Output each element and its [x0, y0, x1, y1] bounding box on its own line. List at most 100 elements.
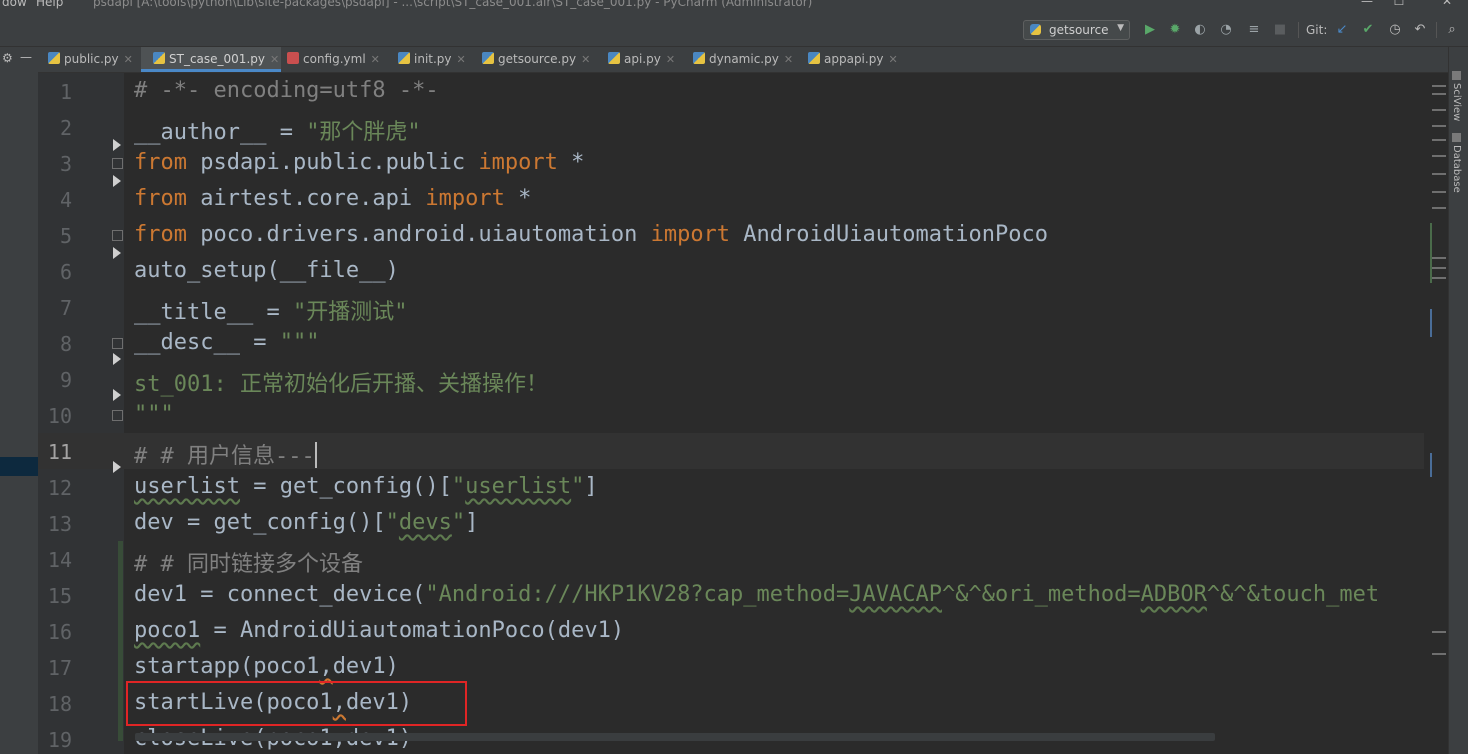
stripe-marker[interactable] [1432, 277, 1446, 279]
tab-label: dynamic.py [709, 52, 779, 66]
error-stripe[interactable] [1428, 73, 1448, 754]
code-line-12: userlist = get_config()["userlist"] [134, 474, 598, 499]
stripe-change [1430, 453, 1432, 477]
stripe-change [1430, 223, 1432, 283]
stripe-marker[interactable] [1432, 173, 1446, 175]
window-title: psdapi [A:\tools\python\Lib\site-package… [93, 0, 813, 9]
database-tool-tab[interactable]: Database [1451, 133, 1462, 193]
debug-icon[interactable]: ✹ [1167, 22, 1183, 38]
run-arrow-icon[interactable] [113, 461, 121, 473]
close-tab-icon[interactable]: ✕ [581, 53, 590, 66]
git-update-icon[interactable]: ↙ [1334, 22, 1350, 38]
tab-st-case-001-py[interactable]: ST_case_001.py ✕ [141, 47, 281, 72]
stripe-change [1430, 309, 1432, 337]
menu-help[interactable]: Help [36, 0, 63, 9]
line-number: 15 [47, 584, 72, 608]
horizontal-scrollbar[interactable] [135, 733, 1215, 741]
tab-getsource-py[interactable]: getsource.py ✕ [482, 47, 590, 72]
hide-panel-icon[interactable]: — [20, 50, 32, 64]
stripe-marker[interactable] [1432, 93, 1446, 95]
close-icon[interactable]: ✕ [1432, 0, 1462, 10]
code-line-7: __title__ = "开播测试" [134, 300, 408, 325]
tab-init-py[interactable]: init.py ✕ [398, 47, 466, 72]
stripe-marker[interactable] [1432, 653, 1446, 655]
coverage-icon[interactable]: ◐ [1192, 22, 1208, 38]
stripe-marker[interactable] [1432, 631, 1446, 633]
code-line-6: auto_setup(__file__) [134, 258, 399, 283]
python-file-icon [398, 52, 410, 64]
git-label: Git: [1306, 23, 1328, 37]
history-icon[interactable]: ◷ [1387, 22, 1403, 38]
fold-marker-icon[interactable] [112, 230, 123, 241]
text-caret [314, 442, 317, 468]
code-line-15: dev1 = connect_device("Android:///HKP1KV… [134, 582, 1380, 607]
run-arrow-icon[interactable] [113, 353, 121, 365]
stripe-marker[interactable] [1432, 125, 1446, 127]
run-arrow-icon[interactable] [113, 139, 121, 151]
code-line-1: # -*- encoding=utf8 -*- [134, 78, 439, 103]
minimize-icon[interactable]: — [1352, 0, 1382, 10]
fold-marker-icon[interactable] [112, 410, 123, 421]
tab-api-py[interactable]: api.py ✕ [608, 47, 675, 72]
tab-label: ST_case_001.py [169, 52, 265, 66]
line-number: 2 [59, 116, 72, 140]
code-line-9: st_001: 正常初始化后开播、关播操作！ [134, 372, 548, 397]
stripe-marker[interactable] [1432, 139, 1446, 141]
fold-marker-icon[interactable] [112, 338, 123, 349]
settings-icon[interactable]: ⚙ [2, 51, 13, 65]
stop-icon[interactable]: ■ [1272, 22, 1288, 38]
fold-marker-icon[interactable] [112, 158, 123, 169]
tab-appapi-py[interactable]: appapi.py ✕ [808, 47, 898, 72]
close-tab-icon[interactable]: ✕ [666, 53, 675, 66]
python-file-icon [808, 52, 820, 64]
line-number-current: 11 [47, 440, 72, 464]
yaml-file-icon [287, 52, 299, 64]
stripe-marker[interactable] [1432, 267, 1446, 269]
python-file-icon [693, 52, 705, 64]
toolbar-separator [1298, 22, 1299, 38]
maximize-icon[interactable]: ☐ [1384, 0, 1414, 10]
sciview-tool-tab[interactable]: SciView [1451, 71, 1462, 121]
close-tab-icon[interactable]: ✕ [270, 53, 279, 66]
run-arrow-icon[interactable] [113, 247, 121, 259]
line-number: 1 [59, 80, 72, 104]
stripe-marker[interactable] [1432, 85, 1446, 87]
code-line-5: from poco.drivers.android.uiautomation i… [134, 222, 1048, 247]
close-tab-icon[interactable]: ✕ [124, 53, 133, 66]
tab-dynamic-py[interactable]: dynamic.py ✕ [693, 47, 793, 72]
revert-icon[interactable]: ↶ [1412, 22, 1428, 38]
code-line-11: # # 用户信息--- [134, 442, 317, 469]
line-number: 7 [59, 296, 72, 320]
close-tab-icon[interactable]: ✕ [888, 53, 897, 66]
run-config-label: getsource [1049, 23, 1109, 37]
line-number: 3 [59, 152, 72, 176]
tab-config-yml[interactable]: config.yml ✕ [287, 47, 380, 72]
stripe-marker[interactable] [1432, 207, 1446, 209]
close-tab-icon[interactable]: ✕ [784, 53, 793, 66]
git-commit-icon[interactable]: ✔ [1360, 22, 1376, 38]
search-icon[interactable]: ⌕ [1444, 22, 1460, 38]
run-config-select[interactable]: getsource ▼ [1023, 20, 1130, 40]
line-number: 14 [47, 548, 72, 572]
close-tab-icon[interactable]: ✕ [371, 53, 380, 66]
line-number: 6 [59, 260, 72, 284]
concurrency-icon[interactable]: ≡ [1246, 22, 1262, 38]
stripe-marker[interactable] [1432, 109, 1446, 111]
stripe-marker[interactable] [1432, 257, 1446, 259]
code-editor[interactable]: # -*- encoding=utf8 -*- __author__ = "那个… [124, 73, 1448, 754]
close-tab-icon[interactable]: ✕ [457, 53, 466, 66]
profile-icon[interactable]: ◔ [1218, 22, 1234, 38]
run-arrow-icon[interactable] [113, 389, 121, 401]
line-number: 18 [47, 692, 72, 716]
stripe-marker[interactable] [1432, 155, 1446, 157]
run-arrow-icon[interactable] [113, 175, 121, 187]
toolbar-separator [1436, 22, 1437, 38]
line-number: 13 [47, 512, 72, 536]
run-icon[interactable]: ▶ [1142, 22, 1158, 38]
code-line-13: dev = get_config()["devs"] [134, 510, 479, 535]
menu-window[interactable]: dow [2, 0, 27, 9]
code-line-10: """ [134, 402, 174, 427]
stripe-marker[interactable] [1432, 191, 1446, 193]
tab-public-py[interactable]: public.py ✕ [48, 47, 133, 72]
line-number: 10 [47, 404, 72, 428]
